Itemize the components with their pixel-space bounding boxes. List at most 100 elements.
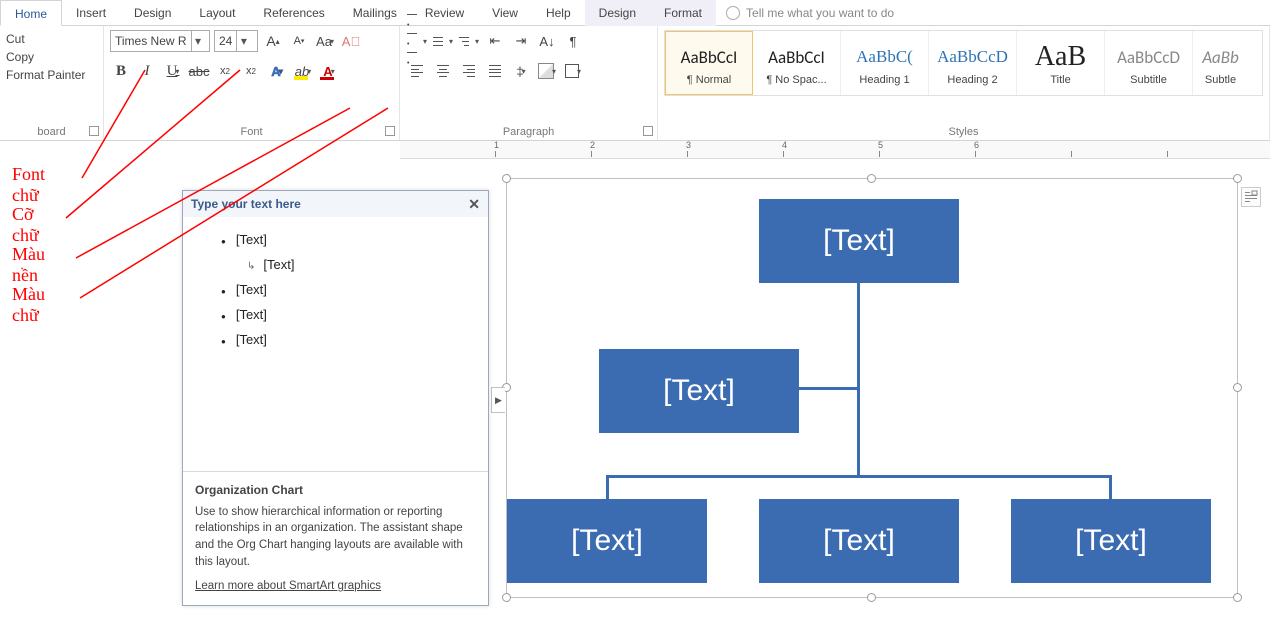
style-heading2[interactable]: AaBbCcD Heading 2 [929,31,1017,95]
text-pane-item[interactable]: [Text] [191,302,480,327]
resize-handle[interactable] [1233,383,1242,392]
styles-group-label: Styles [658,126,1269,138]
font-group: Times New R ▾ 24 ▾ A▴ A▾ Aa▾ A⃠ B I U▾ a… [104,26,400,140]
tab-design[interactable]: Design [120,0,185,26]
format-painter-button[interactable]: Format Painter [6,66,97,84]
resize-handle[interactable] [867,593,876,602]
increase-indent-button[interactable]: ⇥ [510,30,532,52]
clipboard-launcher-icon[interactable] [89,126,99,136]
org-node-child[interactable]: [Text] [1011,499,1211,583]
strikethrough-button[interactable]: abc [188,60,210,82]
tell-me-placeholder: Tell me what you want to do [746,6,894,20]
font-name-combo[interactable]: Times New R ▾ [110,30,210,52]
borders-button[interactable]: ▾ [562,60,584,82]
text-pane-body[interactable]: [Text] [Text] [Text] [Text] [Text] [183,217,488,471]
line-spacing-button[interactable]: ‡▾ [510,60,532,82]
tab-help[interactable]: Help [532,0,585,26]
text-pane-item[interactable]: [Text] [191,327,480,352]
org-node-child[interactable]: [Text] [507,499,707,583]
tab-mailings[interactable]: Mailings [339,0,411,26]
clipboard-label: board [0,126,103,138]
sort-button[interactable]: A↓ [536,30,558,52]
tab-smartart-format[interactable]: Format [650,0,716,26]
resize-handle[interactable] [502,174,511,183]
tab-smartart-design[interactable]: Design [585,0,650,26]
tab-layout[interactable]: Layout [185,0,249,26]
text-pane-title: Type your text here [191,197,301,211]
chevron-down-icon[interactable]: ▾ [236,31,250,51]
style-subtitle[interactable]: AaBbCcD Subtitle [1105,31,1193,95]
style-no-spacing[interactable]: AaBbCcI ¶ No Spac... [753,31,841,95]
tell-me-search[interactable]: Tell me what you want to do [726,6,894,20]
tab-insert[interactable]: Insert [62,0,120,26]
annotation-fontcolor: Màu chữ [12,284,45,326]
subscript-button[interactable]: x2 [214,60,236,82]
resize-handle[interactable] [502,593,511,602]
resize-handle[interactable] [1233,174,1242,183]
styles-group: AaBbCcI ¶ Normal AaBbCcI ¶ No Spac... Aa… [658,26,1270,140]
resize-handle[interactable] [1233,593,1242,602]
paragraph-launcher-icon[interactable] [643,126,653,136]
text-pane-item[interactable]: [Text] [191,227,480,252]
text-pane-footer: Organization Chart Use to show hierarchi… [183,471,488,605]
smartart-text-pane: Type your text here ✕ [Text] [Text] [Tex… [182,190,489,606]
show-marks-button[interactable]: ¶ [562,30,584,52]
bullets-button[interactable]: ▾ [406,30,428,52]
underline-button[interactable]: U▾ [162,60,184,82]
learn-more-link[interactable]: Learn more about SmartArt graphics [195,578,381,595]
multilevel-list-button[interactable]: ▾ [458,30,480,52]
connector-line [606,475,1112,478]
org-node-root[interactable]: [Text] [759,199,959,283]
shrink-font-button[interactable]: A▾ [288,30,310,52]
chevron-down-icon[interactable]: ▾ [191,31,205,51]
clear-formatting-button[interactable]: A⃠ [340,30,362,52]
copy-button[interactable]: Copy [6,48,97,66]
smartart-canvas[interactable]: ▶ [Text] [Text] [Text] [Text] [Text] [506,178,1238,598]
lightbulb-icon [726,6,740,20]
org-node-child[interactable]: [Text] [759,499,959,583]
tab-home[interactable]: Home [0,0,62,26]
align-center-button[interactable] [432,60,454,82]
font-launcher-icon[interactable] [385,126,395,136]
font-color-button[interactable]: A▾ [318,60,340,82]
decrease-indent-button[interactable]: ⇤ [484,30,506,52]
justify-button[interactable] [484,60,506,82]
close-icon[interactable]: ✕ [468,196,480,213]
text-pane-item[interactable]: [Text] [191,252,480,277]
style-subtle-emphasis[interactable]: AaBb Subtle [1193,31,1248,95]
horizontal-ruler[interactable]: 1 2 3 4 5 6 [400,141,1270,159]
resize-handle[interactable] [867,174,876,183]
styles-gallery: AaBbCcI ¶ Normal AaBbCcI ¶ No Spac... Aa… [664,30,1263,96]
annotation-highlight: Màu nền [12,244,45,286]
align-left-button[interactable] [406,60,428,82]
connector-line [606,475,609,499]
layout-icon [1244,190,1258,204]
tab-references[interactable]: References [249,0,338,26]
style-heading1[interactable]: AaBbC( Heading 1 [841,31,929,95]
text-pane-toggle[interactable]: ▶ [491,387,505,413]
style-normal[interactable]: AaBbCcI ¶ Normal [665,31,753,95]
org-node-assistant[interactable]: [Text] [599,349,799,433]
annotation-size: Cỡ chữ [12,204,39,246]
style-title[interactable]: AaB Title [1017,31,1105,95]
font-name-value: Times New R [115,34,187,48]
superscript-button[interactable]: x2 [240,60,262,82]
clipboard-group: Cut Copy Format Painter board [0,26,104,140]
bold-button[interactable]: B [110,60,132,82]
align-right-button[interactable] [458,60,480,82]
connector-line [797,387,859,390]
cut-button[interactable]: Cut [6,30,97,48]
numbering-button[interactable]: ▾ [432,30,454,52]
font-size-combo[interactable]: 24 ▾ [214,30,258,52]
text-pane-item[interactable]: [Text] [191,277,480,302]
italic-button[interactable]: I [136,60,158,82]
ribbon-tabs: Home Insert Design Layout References Mai… [0,0,1270,26]
highlight-color-button[interactable]: ab▾ [292,60,314,82]
connector-line [1109,475,1112,499]
tab-view[interactable]: View [478,0,532,26]
shading-button[interactable]: ▾ [536,60,558,82]
layout-options-button[interactable] [1241,187,1261,207]
change-case-button[interactable]: Aa▾ [314,30,336,52]
text-effects-button[interactable]: A▾ [266,60,288,82]
grow-font-button[interactable]: A▴ [262,30,284,52]
